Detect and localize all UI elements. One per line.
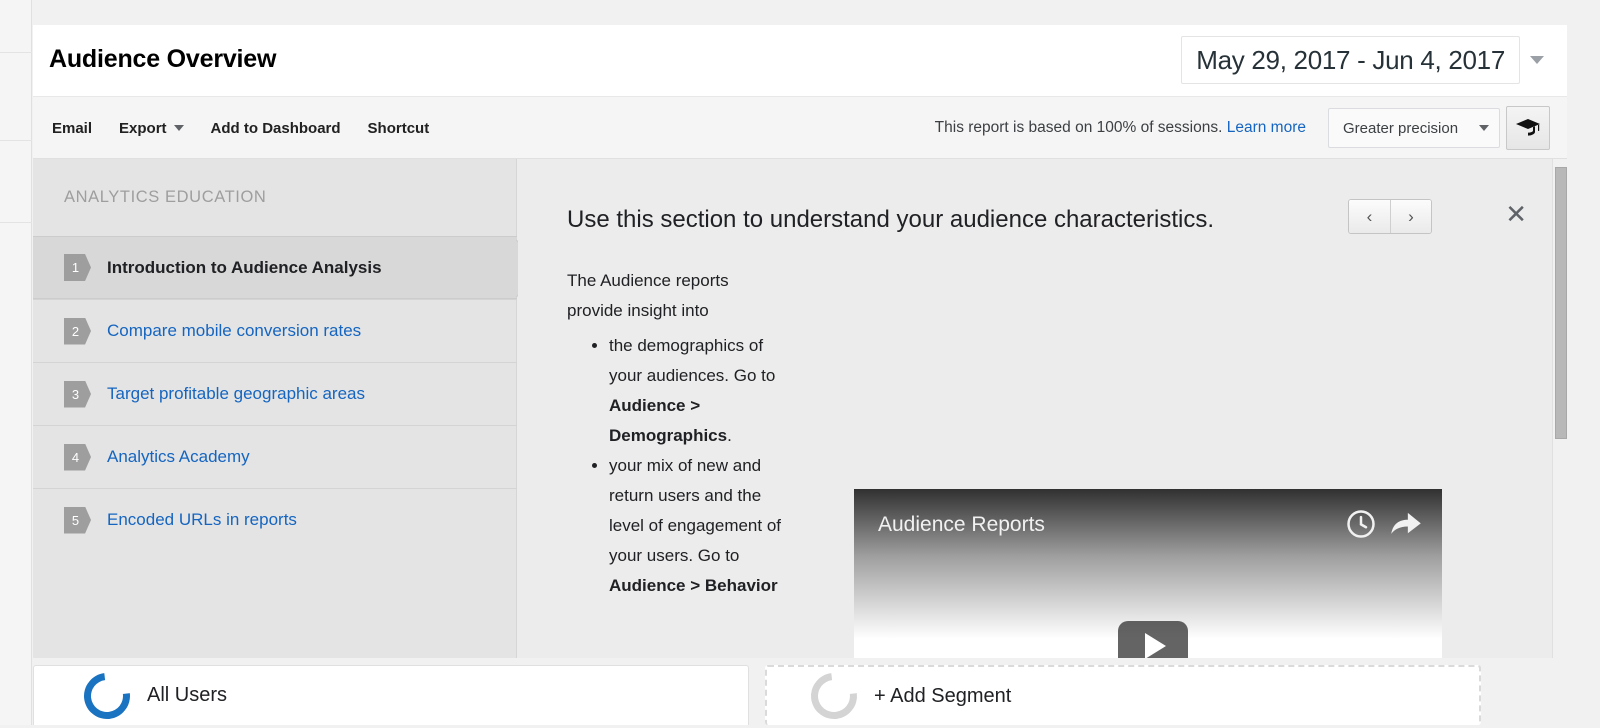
segment-label: All Users [147, 684, 228, 706]
page-title: Audience Overview [49, 45, 277, 73]
report-toolbar: Email Export Add to Dashboard Shortcut T… [33, 96, 1567, 158]
toolbar-right-group: This report is based on 100% of sessions… [935, 97, 1550, 159]
lesson-item-label: Introduction to Audience Analysis [107, 257, 382, 277]
analytics-education-panel: ANALYTICS EDUCATION 1 Introduction to Au… [33, 158, 1567, 658]
clock-icon[interactable] [1346, 509, 1376, 544]
lesson-item-label: Target profitable geographic areas [107, 384, 365, 403]
bullet-bold: Audience > Demographics [609, 396, 728, 445]
shortcut-button[interactable]: Shortcut [368, 120, 430, 137]
add-segment-label: + Add Segment [874, 684, 1012, 707]
date-range-picker[interactable]: May 29, 2017 - Jun 4, 2017 [1181, 36, 1550, 84]
export-button[interactable]: Export [119, 120, 184, 137]
sampling-note: This report is based on 100% of sessions… [935, 119, 1306, 137]
lesson-video-embed[interactable]: Audience Audience Reports [854, 489, 1442, 658]
video-actions [1346, 509, 1422, 544]
shortcut-label: Shortcut [367, 119, 430, 137]
lesson-item-2[interactable]: 2 Compare mobile conversion rates [33, 299, 517, 362]
chevron-down-icon [173, 125, 184, 131]
panel-scrollbar[interactable] [1552, 159, 1567, 658]
segment-donut-empty-icon [801, 663, 867, 728]
segment-bar: All Users + Add Segment [33, 663, 1567, 728]
lesson-number-badge: 3 [64, 380, 91, 408]
graduation-cap-icon[interactable] [1506, 106, 1550, 150]
chevron-down-icon[interactable] [1524, 36, 1550, 84]
lesson-sidebar: ANALYTICS EDUCATION 1 Introduction to Au… [33, 159, 517, 658]
add-segment-button[interactable]: + Add Segment [765, 663, 1481, 728]
precision-select-value: Greater precision [1343, 119, 1459, 137]
lesson-number-badge: 1 [64, 254, 91, 281]
sampling-text: This report is based on 100% of sessions… [934, 119, 1223, 136]
lesson-item-3[interactable]: 3 Target profitable geographic areas [33, 362, 517, 425]
list-item: your mix of new and return users and the… [609, 451, 799, 601]
rail-divider [0, 52, 32, 53]
lesson-sidebar-title: ANALYTICS EDUCATION [64, 188, 267, 206]
email-label: Email [52, 119, 93, 137]
share-icon[interactable] [1390, 509, 1422, 544]
lesson-list: 1 Introduction to Audience Analysis 2 Co… [33, 236, 517, 551]
video-title: Audience Reports [878, 513, 1045, 536]
lesson-bullet-list: the demographics of your audiences. Go t… [567, 331, 799, 601]
lesson-heading: Use this section to understand your audi… [567, 206, 1215, 233]
learn-more-link[interactable]: Learn more [1227, 119, 1306, 136]
lesson-number-badge: 4 [64, 443, 91, 471]
chevron-down-icon [1479, 125, 1489, 131]
lesson-item-1[interactable]: 1 Introduction to Audience Analysis [33, 236, 517, 299]
date-range-box[interactable]: May 29, 2017 - Jun 4, 2017 [1181, 36, 1520, 84]
add-to-dashboard-label: Add to Dashboard [210, 119, 341, 137]
lesson-item-4[interactable]: 4 Analytics Academy [33, 425, 517, 488]
precision-select[interactable]: Greater precision [1328, 108, 1500, 148]
lesson-number-badge: 5 [64, 506, 91, 534]
lesson-item-label: Encoded URLs in reports [107, 510, 297, 529]
left-nav-rail[interactable] [0, 0, 32, 725]
export-label: Export [119, 119, 167, 137]
lesson-next-button[interactable]: › [1390, 200, 1431, 233]
panel-scrollbar-thumb[interactable] [1555, 167, 1567, 439]
list-item: the demographics of your audiences. Go t… [609, 331, 799, 451]
email-button[interactable]: Email [52, 120, 92, 137]
lesson-content: Use this section to understand your audi… [518, 159, 1567, 658]
date-range-value: May 29, 2017 - Jun 4, 2017 [1196, 44, 1505, 75]
close-icon[interactable]: ✕ [1505, 201, 1527, 227]
lesson-item-label: Analytics Academy [107, 447, 250, 466]
bullet-post: . [727, 426, 732, 445]
rail-divider [0, 222, 32, 223]
lesson-intro-text: The Audience reports provide insight int… [567, 271, 729, 320]
lesson-nav-buttons: ‹ › [1348, 199, 1432, 234]
lesson-prev-button[interactable]: ‹ [1349, 200, 1390, 233]
rail-divider [0, 140, 32, 141]
bullet-pre: your mix of new and return users and the… [609, 456, 782, 565]
add-to-dashboard-button[interactable]: Add to Dashboard [211, 120, 341, 137]
play-button-icon[interactable] [1118, 621, 1188, 658]
lesson-item-5[interactable]: 5 Encoded URLs in reports [33, 488, 517, 551]
report-header: Audience Overview May 29, 2017 - Jun 4, … [33, 25, 1567, 96]
lesson-number-badge: 2 [64, 317, 91, 345]
report-container: Audience Overview May 29, 2017 - Jun 4, … [33, 0, 1600, 728]
bullet-pre: the demographics of your audiences. Go t… [609, 336, 776, 385]
segment-all-users[interactable]: All Users [33, 663, 749, 728]
segment-donut-icon [74, 663, 140, 728]
toolbar-actions: Email Export Add to Dashboard Shortcut [52, 97, 429, 159]
bullet-bold: Audience > Behavior [609, 576, 778, 595]
lesson-item-label: Compare mobile conversion rates [107, 321, 362, 340]
